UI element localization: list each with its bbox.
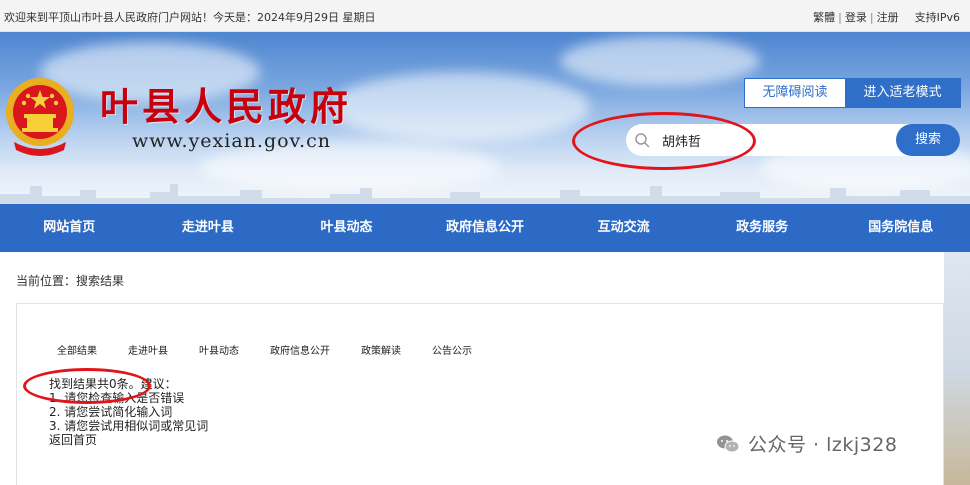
nav-item-home[interactable]: 网站首页 [0, 204, 139, 252]
return-home-link[interactable]: 返回首页 [49, 433, 208, 447]
display-mode-buttons: 无障碍阅读 进入适老模式 [744, 78, 961, 108]
top-bar: 欢迎来到平顶山市叶县人民政府门户网站！今天是：2024年9月29日 星期日 繁體… [0, 0, 970, 32]
separator: | [838, 11, 842, 24]
tab-about[interactable]: 走进叶县 [128, 342, 168, 357]
background-edge [944, 252, 970, 485]
traditional-chinese-link[interactable]: 繁體 [813, 11, 835, 24]
search-results-panel: 全部结果 走进叶县 叶县动态 政府信息公开 政策解读 公告公示 找到结果共0条。… [16, 303, 944, 485]
result-tabs: 全部结果 走进叶县 叶县动态 政府信息公开 政策解读 公告公示 [57, 342, 503, 357]
tab-info-disclosure[interactable]: 政府信息公开 [270, 342, 330, 357]
tab-all-results[interactable]: 全部结果 [57, 342, 97, 357]
suggestion-item: 2. 请您尝试简化输入词 [49, 405, 173, 419]
search-button[interactable]: 搜索 [896, 124, 960, 156]
nav-item-services[interactable]: 政务服务 [693, 204, 832, 252]
main-nav: 网站首页 走进叶县 叶县动态 政府信息公开 互动交流 政务服务 国务院信息 [0, 204, 970, 252]
site-title: 叶县人民政府 [100, 84, 353, 129]
register-link[interactable]: 注册 [877, 11, 899, 24]
watermark-text: 公众号 · lzkj328 [748, 434, 898, 456]
welcome-text: 欢迎来到平顶山市叶县人民政府门户网站！今天是：2024年9月29日 星期日 [4, 11, 376, 24]
watermark: 公众号 · lzkj328 [716, 430, 897, 457]
site-url: www.yexian.gov.cn [132, 130, 331, 152]
separator: | [869, 11, 874, 24]
tab-announcements[interactable]: 公告公示 [432, 342, 472, 357]
nav-item-state-council[interactable]: 国务院信息 [831, 204, 970, 252]
tab-policy-interpretation[interactable]: 政策解读 [361, 342, 401, 357]
accessibility-reading-button[interactable]: 无障碍阅读 [745, 79, 845, 107]
nav-item-news[interactable]: 叶县动态 [277, 204, 416, 252]
nav-item-about[interactable]: 走进叶县 [139, 204, 278, 252]
red-annotation-circle [23, 368, 151, 404]
nav-item-info-disclosure[interactable]: 政府信息公开 [416, 204, 555, 252]
wechat-icon [717, 435, 740, 452]
cloud-decoration [560, 36, 760, 86]
login-link[interactable]: 登录 [845, 11, 867, 24]
suggestion-item: 3. 请您尝试用相似词或常见词 [49, 419, 209, 433]
ipv6-badge: 支持IPv6 [914, 11, 960, 24]
national-emblem-icon [6, 78, 74, 156]
red-annotation-circle [572, 112, 756, 170]
city-skyline [0, 184, 970, 204]
tab-news[interactable]: 叶县动态 [199, 342, 239, 357]
breadcrumb: 当前位置：搜索结果 [16, 274, 125, 288]
top-links: 繁體 | 登录 | 注册 支持IPv6 [813, 9, 960, 25]
header-banner: 叶县人民政府 www.yexian.gov.cn 无障碍阅读 进入适老模式 搜索 [0, 32, 970, 204]
elder-mode-button[interactable]: 进入适老模式 [845, 79, 960, 107]
cloud-decoration [330, 72, 590, 142]
nav-item-interaction[interactable]: 互动交流 [554, 204, 693, 252]
